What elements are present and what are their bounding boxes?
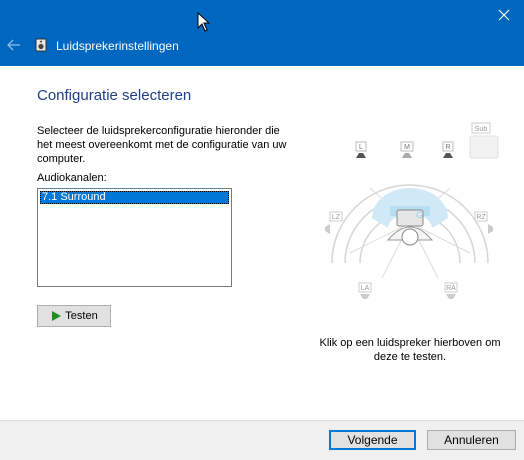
close-button[interactable] [484,0,524,30]
next-button[interactable]: Volgende [329,430,416,450]
page-heading: Configuratie selecteren [37,87,192,104]
speaker-subwoofer[interactable]: Sub [469,122,499,159]
speaker-label-r: R [445,144,450,151]
cancel-button[interactable]: Annuleren [427,430,516,450]
test-button[interactable]: Testen [37,305,111,327]
speaker-icon [402,153,412,158]
title-bar: Luidsprekerinstellingen [0,0,524,66]
speaker-front-right[interactable]: R [442,141,454,158]
speaker-rear-right[interactable]: RA [444,282,458,299]
list-item-7-1-surround[interactable]: 7.1 Surround [40,191,229,204]
speaker-center[interactable]: M [400,141,414,158]
back-button[interactable] [4,36,24,54]
play-icon [52,311,62,321]
speaker-icon [356,153,366,158]
speaker-label-lz: LZ [332,214,341,221]
speaker-rear-left[interactable]: LA [358,282,372,299]
mouse-cursor-icon [197,12,211,32]
window-title: Luidsprekerinstellingen [56,39,179,53]
speaker-label-rz: RZ [476,214,486,221]
close-icon [498,9,510,21]
audio-channels-list[interactable]: 7.1 Surround [37,188,232,287]
speaker-diagram: G L M R Sub LZ RZ LA RA [325,122,499,299]
description-text: Selecteer de luidsprekerconfiguratie hie… [37,125,287,165]
speaker-label-la: LA [361,285,370,292]
svg-text:G: G [416,210,423,220]
back-arrow-icon [7,39,20,51]
help-text: Klik op een luidspreker hierboven om dez… [319,337,501,363]
speaker-icon [443,153,453,158]
speaker-icon [488,224,493,234]
speaker-icon [360,294,370,299]
speaker-label-l: L [359,144,363,151]
speaker-front-left[interactable]: L [355,141,367,158]
speaker-app-icon [35,38,47,52]
speaker-icon [325,224,330,234]
speaker-label-m: M [404,144,410,151]
test-button-label: Testen [65,310,98,322]
speaker-label-ra: RA [446,285,456,292]
subwoofer-icon [469,135,499,159]
speaker-icon [446,294,456,299]
speaker-label-sub: Sub [475,126,488,133]
channels-label: Audiokanalen: [37,172,107,184]
